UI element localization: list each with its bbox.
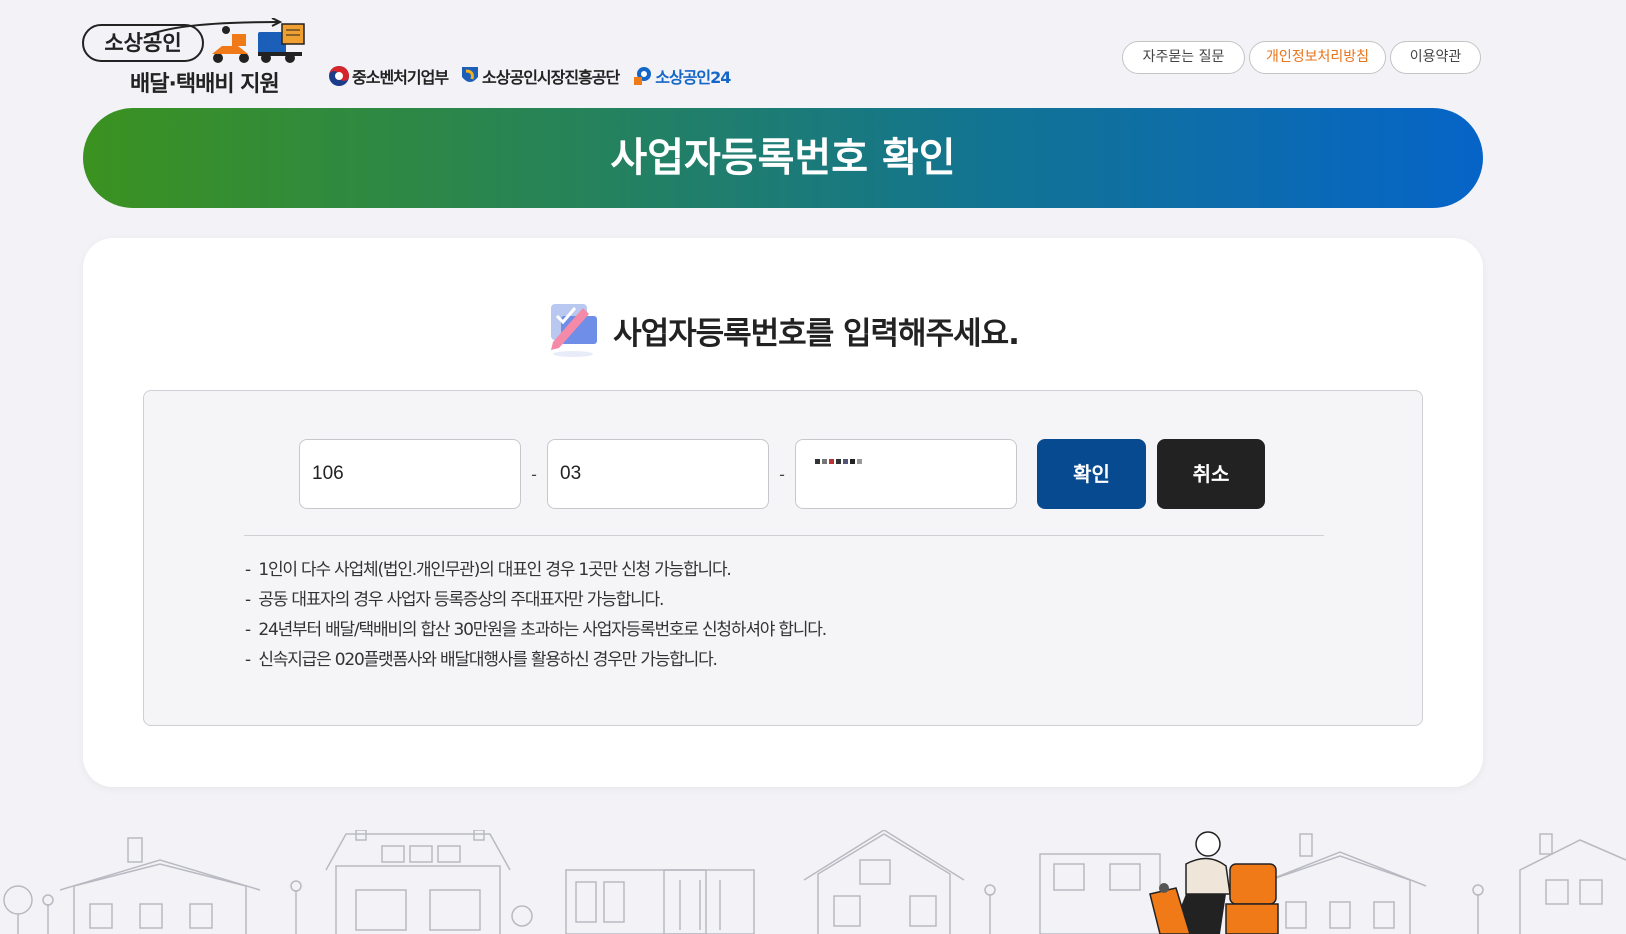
town-illustration: [3, 830, 1626, 934]
agency-semas[interactable]: 소상공인시장진흥공단: [460, 64, 620, 88]
agency-label: 소상공인24: [655, 68, 731, 87]
sbiz24-icon: [634, 67, 652, 85]
form-heading-text: 사업자등록번호를 입력해주세요.: [613, 315, 1020, 352]
privacy-policy-link[interactable]: 개인정보처리방침: [1249, 41, 1386, 74]
cancel-button[interactable]: 취소: [1157, 439, 1265, 509]
form-box: - - 확인 취소 1인이 다수 사업체(법인.개인무관)의 대표인 경우 1곳…: [143, 390, 1423, 726]
notice-item: 공동 대표자의 경우 사업자 등록증상의 주대표자만 가능합니다.: [245, 585, 826, 615]
business-number-part2[interactable]: [547, 439, 769, 509]
delivery-rider-icon: [1149, 831, 1279, 934]
masked-value: [815, 459, 864, 464]
logo-title: 소상공인: [82, 24, 204, 62]
agency-logos: 중소벤처기업부 소상공인시장진흥공단 소상공인24: [328, 64, 742, 88]
site-logo[interactable]: 소상공인 배달·택배비 지원: [82, 18, 308, 97]
business-number-part1[interactable]: [299, 439, 521, 509]
notice-item: 신속지급은 020플랫폼사와 배달대행사를 활용하신 경우만 가능합니다.: [245, 645, 826, 675]
agency-label: 소상공인시장진흥공단: [482, 68, 620, 87]
agency-label: 중소벤처기업부: [352, 68, 449, 87]
header: 소상공인 배달·택배비 지원 중소벤처기업부 소상공인시장진흥공단 소상공인24…: [0, 0, 1626, 100]
divider: [244, 535, 1324, 536]
faq-link[interactable]: 자주묻는 질문: [1122, 41, 1245, 74]
agency-mss[interactable]: 중소벤처기업부: [328, 64, 449, 88]
notice-item: 24년부터 배달/택배비의 합산 30만원을 초과하는 사업자등록번호로 신청하…: [245, 615, 827, 645]
delivery-scooter-icon: [212, 23, 305, 63]
korea-emblem-icon: [329, 66, 349, 86]
form-heading: 사업자등록번호를 입력해주세요.: [83, 298, 1483, 362]
logo-subtitle: 배달·택배비 지원: [130, 72, 280, 97]
confirm-button[interactable]: 확인: [1037, 439, 1146, 509]
separator: -: [779, 464, 785, 484]
business-number-part3-wrap: [795, 439, 1017, 509]
business-number-part3[interactable]: [795, 439, 1017, 509]
semas-icon: [462, 67, 479, 82]
notice-item: 1인이 다수 사업체(법인.개인무관)의 대표인 경우 1곳만 신청 가능합니다…: [245, 555, 826, 585]
page-title-banner: 사업자등록번호 확인: [83, 108, 1483, 208]
agency-sbiz24[interactable]: 소상공인24: [631, 64, 731, 88]
notice-list: 1인이 다수 사업체(법인.개인무관)의 대표인 경우 1곳만 신청 가능합니다…: [245, 555, 827, 675]
separator: -: [531, 464, 537, 484]
main-card: 사업자등록번호를 입력해주세요. - - 확인 취소 1인이 다수 사업체(법인…: [83, 238, 1483, 787]
top-links: 자주묻는 질문 개인정보처리방침 이용약관: [1122, 41, 1485, 74]
business-number-inputs: - - 확인 취소: [299, 439, 1265, 509]
terms-link[interactable]: 이용약관: [1390, 41, 1481, 74]
pencil-check-icon: [551, 304, 598, 357]
